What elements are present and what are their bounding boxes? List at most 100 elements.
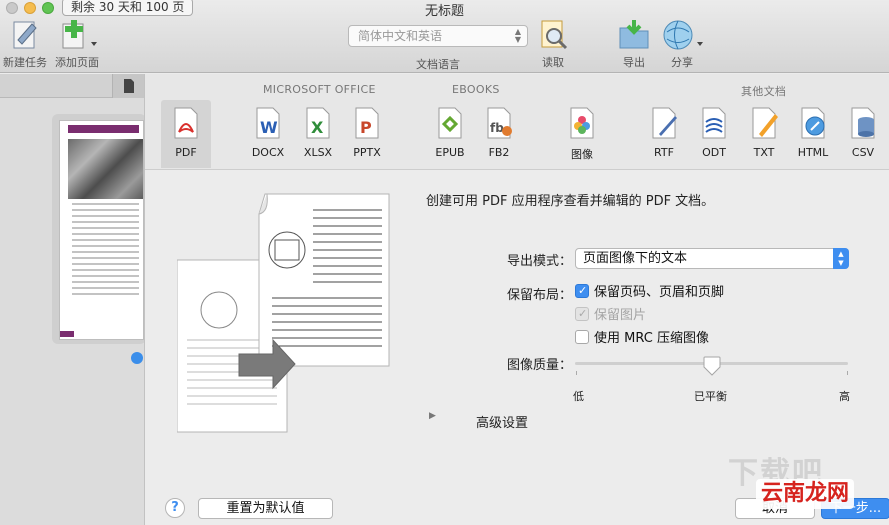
thumbnail-footer-mark: [60, 331, 74, 337]
help-button[interactable]: ?: [165, 498, 185, 518]
export-mode-value: 页面图像下的文本: [583, 251, 688, 266]
export-mode-select[interactable]: 页面图像下的文本 ▲ ▼: [575, 248, 849, 269]
thumbnail-header-bar: [68, 125, 139, 133]
window-title: 无标题: [424, 4, 464, 19]
format-odt-label: ODT: [702, 146, 726, 159]
document-language-value: 简体中文和英语: [358, 29, 443, 43]
epub-file-icon: [438, 107, 462, 139]
format-html[interactable]: HTML: [787, 106, 839, 159]
pdf-conversion-illustration: [177, 193, 390, 433]
fb2-file-icon: fb: [487, 107, 512, 139]
image-quality-label: 图像质量：: [506, 358, 572, 373]
select-arrows-icon: ▲ ▼: [514, 27, 521, 44]
quality-balanced-label: 已平衡: [694, 390, 727, 403]
export-button[interactable]: 导出: [614, 18, 654, 70]
quality-high-label: 高: [839, 390, 850, 403]
use-mrc-checkbox[interactable]: 使用 MRC 压缩图像: [575, 330, 709, 348]
keep-layout-label: 保留布局：: [506, 288, 572, 303]
export-label: 导出: [623, 56, 645, 69]
select-stepper-icon: ▲ ▼: [833, 248, 849, 269]
rtf-file-icon: [652, 107, 677, 139]
keep-images-checkbox[interactable]: 保留图片: [575, 306, 647, 325]
document-language-select[interactable]: 简体中文和英语 ▲ ▼: [348, 25, 528, 47]
svg-text:W: W: [260, 118, 278, 137]
checkbox-disabled-icon: [575, 306, 589, 322]
add-page-icon: [62, 20, 97, 49]
checkbox-unchecked-icon: [575, 330, 589, 344]
thumbnail-photo: [68, 139, 143, 199]
format-odt[interactable]: ODT: [688, 106, 740, 159]
page-thumbnail[interactable]: [59, 120, 144, 340]
add-page-label: 添加页面: [55, 56, 99, 69]
format-txt-label: TXT: [753, 146, 775, 159]
svg-text:X: X: [311, 118, 324, 137]
format-txt[interactable]: TXT: [738, 106, 790, 159]
pdf-file-icon: [174, 107, 198, 139]
reset-defaults-button[interactable]: 重置为默认值: [198, 498, 333, 519]
docx-file-icon: W: [256, 107, 280, 139]
quality-low-label: 低: [573, 390, 584, 403]
svg-text:fb: fb: [490, 121, 504, 135]
format-pdf[interactable]: PDF: [161, 100, 211, 168]
pane-tab-bar: [0, 74, 144, 98]
format-html-label: HTML: [797, 146, 829, 159]
keep-page-numbers-checkbox[interactable]: 保留页码、页眉和页脚: [575, 283, 725, 302]
image-quality-slider-thumb[interactable]: [703, 356, 721, 376]
new-task-label: 新建任务: [3, 56, 47, 69]
document-language-label: 文档语言: [416, 58, 460, 71]
format-fb2[interactable]: fb FB2: [473, 106, 525, 159]
format-xlsx[interactable]: X XLSX: [292, 106, 344, 159]
export-folder-icon: [619, 20, 649, 49]
use-mrc-label: 使用 MRC 压缩图像: [594, 331, 709, 346]
checkbox-checked-icon: [575, 283, 589, 299]
window-toolbar: 剩余 30 天和 100 页 无标题 新建任务 添加页面 简体中文和英语 ▲ ▼ …: [0, 0, 889, 73]
format-epub[interactable]: EPUB: [424, 106, 476, 159]
read-label: 读取: [542, 56, 564, 69]
group-label-other: 其他文档: [741, 85, 787, 98]
format-pdf-label: PDF: [175, 146, 197, 159]
format-docx[interactable]: W DOCX: [242, 106, 294, 159]
new-task-icon: [13, 21, 37, 49]
format-csv-label: CSV: [851, 146, 875, 159]
format-rtf[interactable]: RTF: [638, 106, 690, 159]
keep-images-label: 保留图片: [594, 308, 647, 323]
page-icon: [124, 79, 134, 93]
pptx-file-icon: P: [355, 107, 379, 139]
format-rtf-label: RTF: [654, 146, 674, 159]
read-magnifier-icon: [541, 20, 568, 50]
advanced-settings-toggle[interactable]: 高级设置: [476, 412, 528, 431]
pages-tab[interactable]: [112, 74, 144, 98]
group-label-office: MICROSOFT OFFICE: [263, 83, 376, 96]
html-compass-icon: [801, 107, 825, 139]
format-description: 创建可用 PDF 应用程序查看并编辑的 PDF 文档。: [426, 194, 715, 209]
keep-page-numbers-label: 保留页码、页眉和页脚: [594, 285, 725, 300]
export-mode-label: 导出模式：: [506, 254, 572, 269]
format-image-label: 图像: [571, 148, 593, 161]
odt-file-icon: [702, 107, 726, 139]
page-thumbnail-pane: [0, 74, 146, 525]
image-file-icon: [570, 107, 594, 139]
format-pptx-label: PPTX: [353, 146, 381, 159]
brand-watermark: 云南龙网: [756, 479, 854, 509]
format-image[interactable]: 图像: [556, 106, 608, 162]
format-docx-label: DOCX: [251, 146, 285, 159]
group-label-ebooks: EBOOKS: [452, 83, 500, 96]
page-selected-indicator: [131, 352, 143, 364]
read-button[interactable]: 读取: [533, 18, 573, 70]
format-csv[interactable]: CSV: [837, 106, 889, 159]
share-globe-icon: [663, 20, 703, 50]
format-pptx[interactable]: P PPTX: [341, 106, 393, 159]
share-button[interactable]: 分享: [660, 18, 704, 70]
xlsx-file-icon: X: [306, 107, 330, 139]
format-xlsx-label: XLSX: [303, 146, 333, 159]
format-epub-label: EPUB: [435, 146, 465, 159]
share-label: 分享: [671, 56, 693, 69]
new-task-button[interactable]: 新建任务: [2, 18, 48, 70]
format-fb2-label: FB2: [488, 146, 510, 159]
format-bar: MICROSOFT OFFICE EBOOKS 其他文档 PDF W DOCX …: [145, 74, 889, 170]
add-page-button[interactable]: 添加页面: [54, 18, 100, 70]
svg-text:P: P: [360, 118, 372, 137]
advanced-disclosure-icon[interactable]: ▶: [429, 411, 436, 421]
txt-file-icon: [752, 107, 778, 139]
csv-database-icon: [851, 107, 875, 139]
